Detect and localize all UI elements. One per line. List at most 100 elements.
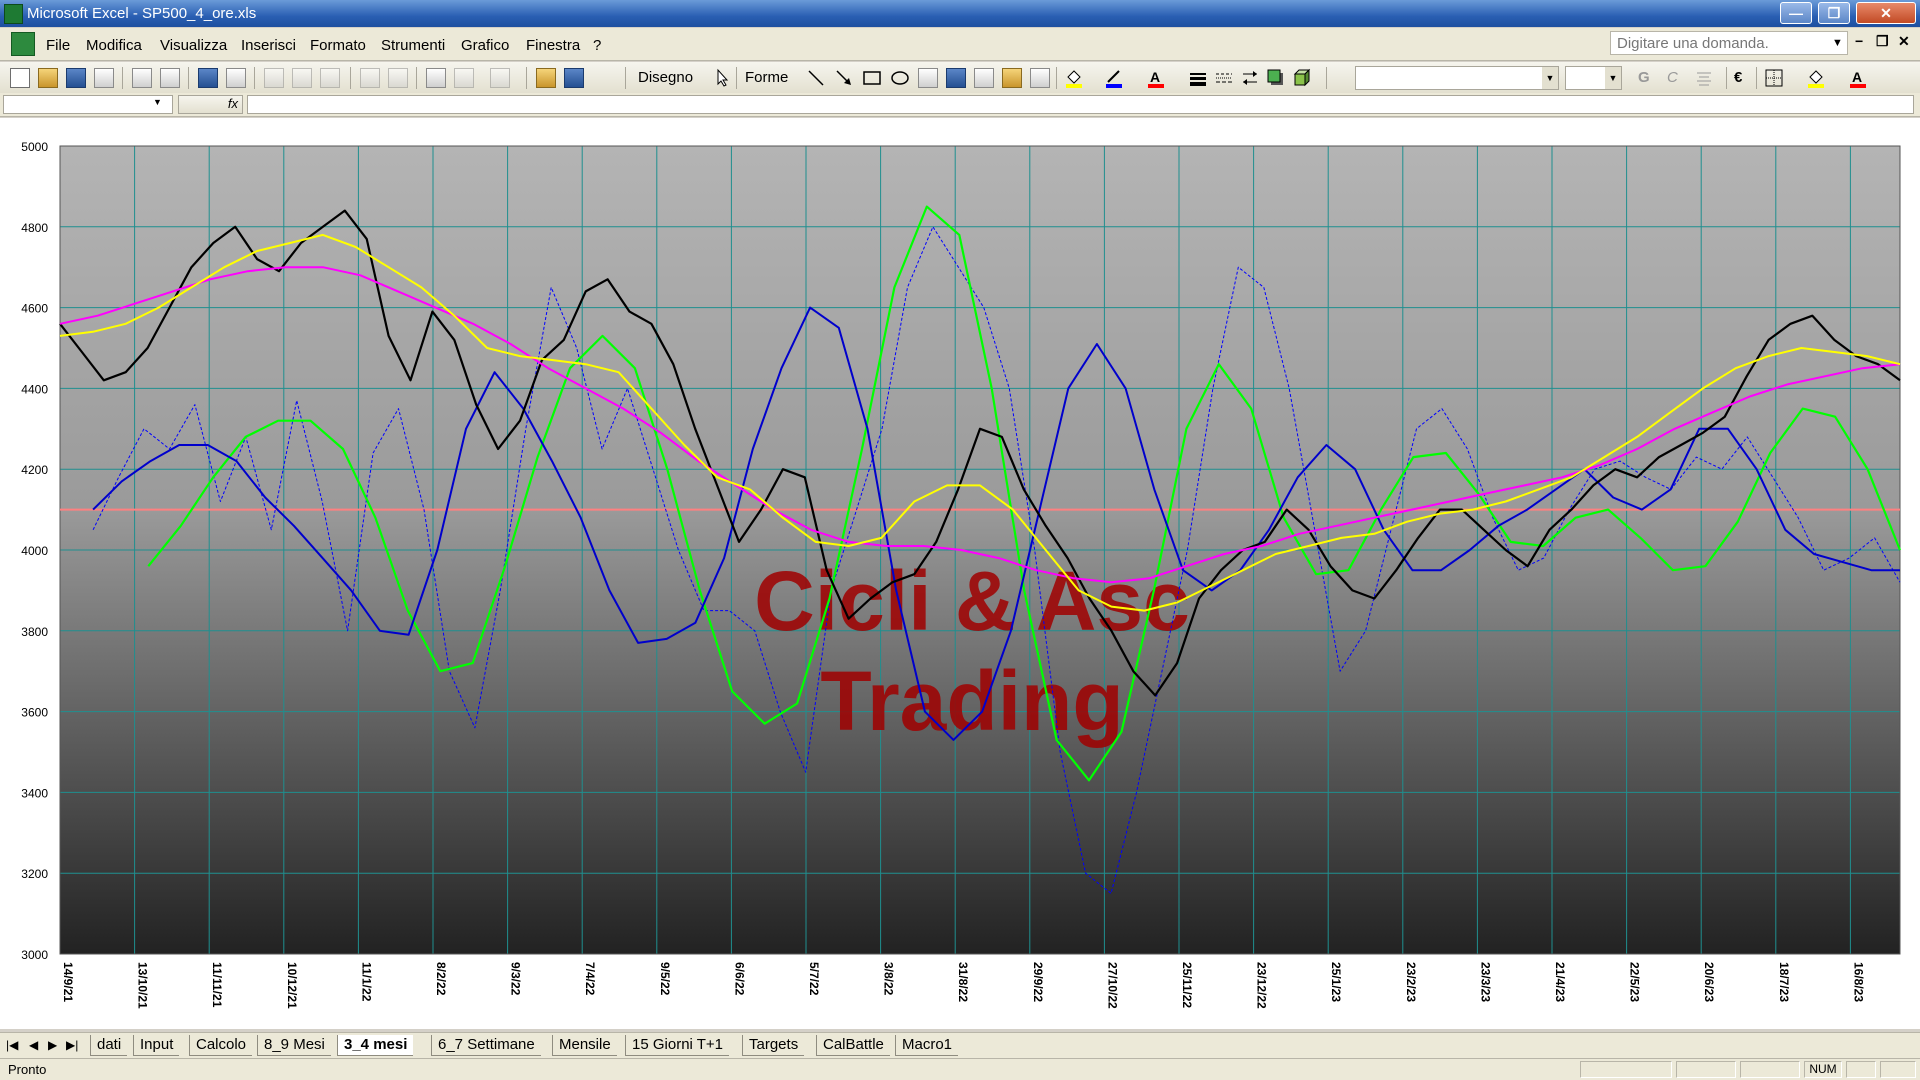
redo-icon[interactable] xyxy=(388,68,408,88)
spelling-icon[interactable] xyxy=(198,68,218,88)
x-tick-label: 13/10/21 xyxy=(136,962,150,1009)
sheet-tab-macro1[interactable]: Macro1 xyxy=(895,1035,959,1056)
italic-button[interactable]: C xyxy=(1667,69,1678,86)
open-icon[interactable] xyxy=(38,68,58,88)
prev-sheet-icon[interactable]: ◀ xyxy=(29,1038,38,1052)
shadow-icon[interactable] xyxy=(1266,68,1286,88)
diagram-icon[interactable] xyxy=(974,68,994,88)
chart-wizard-icon[interactable] xyxy=(536,68,556,88)
shapes-menu-button[interactable]: Forme xyxy=(745,69,788,86)
x-tick-label: 23/3/23 xyxy=(1478,962,1492,1002)
minimize-button[interactable]: — xyxy=(1780,2,1812,24)
menu-visualizza[interactable]: Visualizza xyxy=(160,37,227,54)
sheet-tab-targets[interactable]: Targets xyxy=(742,1035,805,1056)
fill-color-icon[interactable] xyxy=(1064,68,1084,88)
doc-close-button[interactable]: ✕ xyxy=(1898,33,1910,50)
sheet-tab-input[interactable]: Input xyxy=(133,1035,180,1056)
menu-help[interactable]: ? xyxy=(593,37,601,54)
menu-strumenti[interactable]: Strumenti xyxy=(381,37,445,54)
select-arrow-icon[interactable] xyxy=(712,68,732,88)
restore-button[interactable]: ❐ xyxy=(1818,2,1850,24)
print-preview-icon[interactable] xyxy=(160,68,180,88)
help-icon[interactable] xyxy=(564,68,584,88)
formula-input[interactable] xyxy=(247,95,1914,114)
permission-icon[interactable] xyxy=(94,68,114,88)
y-tick-label: 3800 xyxy=(21,625,48,639)
sheet-tab-6-7-settimane[interactable]: 6_7 Settimane xyxy=(431,1035,541,1056)
chart-sheet[interactable]: 3000 3200 3400 3600 3800 4000 4200 4400 4600 4800… xyxy=(0,118,1920,1029)
wordart-icon[interactable] xyxy=(946,68,966,88)
3d-icon[interactable] xyxy=(1292,68,1312,88)
last-sheet-icon[interactable]: ▶| xyxy=(66,1038,78,1052)
workbook-icon[interactable] xyxy=(11,32,35,56)
sheet-tab-8-9-mesi[interactable]: 8_9 Mesi xyxy=(257,1035,331,1056)
line-color-icon[interactable] xyxy=(1104,68,1124,88)
insert-function-button[interactable]: fx xyxy=(178,95,243,114)
line-style-icon[interactable] xyxy=(1188,68,1208,88)
num-lock-indicator: NUM xyxy=(1804,1061,1842,1078)
dash-style-icon[interactable] xyxy=(1214,68,1234,88)
doc-minimize-button[interactable]: − xyxy=(1855,33,1863,49)
print-icon[interactable] xyxy=(132,68,152,88)
cell-font-color-icon[interactable]: A xyxy=(1848,68,1868,88)
hyperlink-icon[interactable] xyxy=(426,68,446,88)
cell-fill-icon[interactable] xyxy=(1806,68,1826,88)
name-box[interactable] xyxy=(3,95,173,114)
y-tick-label: 3400 xyxy=(21,786,48,800)
x-tick-label: 21/4/23 xyxy=(1553,962,1567,1002)
paste-icon[interactable] xyxy=(320,68,340,88)
sheet-tab-15-giorni[interactable]: 15 Giorni T+1 xyxy=(625,1035,730,1056)
save-icon[interactable] xyxy=(66,68,86,88)
sheet-tab-mensile[interactable]: Mensile xyxy=(552,1035,617,1056)
font-size-select[interactable]: ▼ xyxy=(1565,66,1622,90)
undo-icon[interactable] xyxy=(360,68,380,88)
y-tick-label: 4600 xyxy=(21,302,48,316)
menu-formato[interactable]: Formato xyxy=(310,37,366,54)
status-cell-1 xyxy=(1580,1061,1672,1078)
svg-text:A: A xyxy=(1852,69,1862,85)
sheet-tab-calcolo[interactable]: Calcolo xyxy=(189,1035,253,1056)
status-cell-2 xyxy=(1676,1061,1736,1078)
line-icon[interactable] xyxy=(806,68,826,88)
borders-icon[interactable] xyxy=(1764,68,1784,88)
new-icon[interactable] xyxy=(10,68,30,88)
menu-finestra[interactable]: Finestra xyxy=(526,37,580,54)
oval-icon[interactable] xyxy=(890,68,910,88)
x-tick-label: 18/7/23 xyxy=(1777,962,1791,1002)
arrow-icon[interactable] xyxy=(834,68,854,88)
price-chart[interactable]: 3000 3200 3400 3600 3800 4000 4200 4400 4600 4800… xyxy=(0,118,1920,1029)
help-dropdown-icon[interactable]: ▼ xyxy=(1832,37,1843,49)
menu-file[interactable]: File xyxy=(46,37,70,54)
clipart-icon[interactable] xyxy=(1002,68,1022,88)
textbox-icon[interactable] xyxy=(918,68,938,88)
copy-icon[interactable] xyxy=(292,68,312,88)
align-icon[interactable] xyxy=(1694,68,1714,88)
currency-button[interactable]: € xyxy=(1734,69,1742,86)
font-name-select[interactable]: ▼ xyxy=(1355,66,1559,90)
cut-icon[interactable] xyxy=(264,68,284,88)
sheet-tab-calbattle[interactable]: CalBattle xyxy=(816,1035,890,1056)
doc-restore-button[interactable]: ❐ xyxy=(1876,33,1889,50)
x-tick-label: 11/1/22 xyxy=(359,962,373,1002)
x-tick-label: 27/10/22 xyxy=(1105,962,1119,1009)
draw-menu-button[interactable]: Disegno xyxy=(638,69,693,86)
x-tick-label: 31/8/22 xyxy=(956,962,970,1002)
autosum-icon[interactable] xyxy=(454,68,474,88)
font-color-icon[interactable]: A xyxy=(1146,68,1166,88)
menu-inserisci[interactable]: Inserisci xyxy=(241,37,296,54)
help-search-input[interactable]: Digitare una domanda. xyxy=(1610,31,1848,55)
menu-grafico[interactable]: Grafico xyxy=(461,37,509,54)
sheet-tab-3-4-mesi[interactable]: 3_4 mesi xyxy=(337,1035,414,1056)
first-sheet-icon[interactable]: |◀ xyxy=(6,1038,18,1052)
sheet-tab-dati[interactable]: dati xyxy=(90,1035,128,1056)
research-icon[interactable] xyxy=(226,68,246,88)
name-box-dropdown-icon[interactable]: ▼ xyxy=(153,97,162,107)
rectangle-icon[interactable] xyxy=(862,68,882,88)
sort-icon[interactable] xyxy=(490,68,510,88)
picture-icon[interactable] xyxy=(1030,68,1050,88)
bold-button[interactable]: G xyxy=(1638,69,1650,86)
menu-modifica[interactable]: Modifica xyxy=(86,37,142,54)
next-sheet-icon[interactable]: ▶ xyxy=(48,1038,57,1052)
arrow-style-icon[interactable] xyxy=(1240,68,1260,88)
close-button[interactable]: ✕ xyxy=(1856,2,1916,24)
